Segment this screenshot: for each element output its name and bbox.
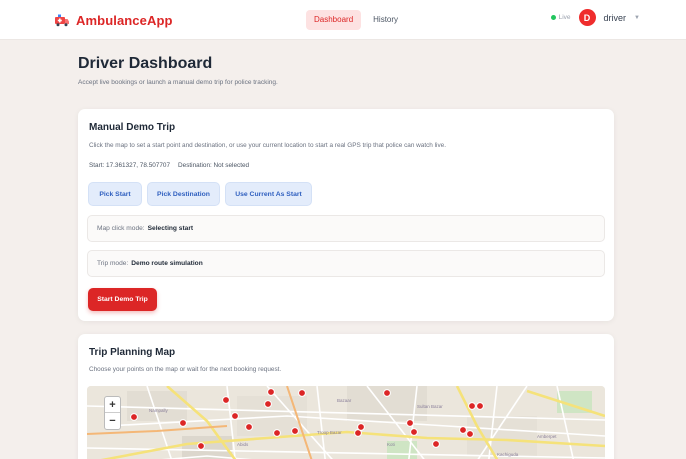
top-navbar: AmbulanceApp Dashboard History Live D dr… (0, 0, 686, 40)
map-tiles[interactable]: Nampally Bazaar Sultan Bazar Amberpet Ab… (87, 386, 605, 459)
brand-name: AmbulanceApp (76, 12, 173, 28)
map-click-mode-label: Map click mode: (97, 225, 145, 232)
start-demo-trip-button[interactable]: Start Demo Trip (88, 288, 157, 311)
brand[interactable]: AmbulanceApp (54, 11, 173, 29)
live-label: Live (558, 14, 571, 21)
pick-start-button[interactable]: Pick Start (88, 182, 142, 206)
trip-mode-label: Trip mode: (97, 260, 129, 267)
live-indicator: Live (550, 14, 571, 21)
svg-text:Troop Bazar: Troop Bazar (317, 430, 342, 435)
map-click-mode-box: Map click mode: Selecting start (87, 215, 605, 242)
page-title: Driver Dashboard (78, 55, 213, 72)
trip-map[interactable]: Nampally Bazaar Sultan Bazar Amberpet Ab… (87, 386, 605, 459)
user-area: Live D driver ▼ (550, 9, 640, 26)
username[interactable]: driver (604, 13, 627, 23)
manual-trip-card: Manual Demo Trip Click the map to set a … (78, 109, 614, 321)
svg-text:Kachiguda: Kachiguda (497, 452, 519, 457)
manual-trip-description: Click the map to set a start point and d… (89, 142, 446, 149)
ambulance-icon (55, 14, 69, 27)
svg-text:Nampally: Nampally (149, 408, 169, 413)
tab-dashboard[interactable]: Dashboard (306, 10, 362, 30)
live-dot-icon (550, 15, 556, 20)
tab-history[interactable]: History (365, 10, 406, 30)
trip-mode-box: Trip mode: Demo route simulation (87, 250, 605, 277)
svg-text:Abids: Abids (237, 442, 249, 447)
svg-text:Amberpet: Amberpet (537, 434, 557, 439)
trip-coordinates: Start: 17.361327, 78.507707 Destination: … (89, 162, 249, 169)
destination-status: Destination: Not selected (178, 162, 250, 169)
trip-mode-value: Demo route simulation (131, 260, 203, 267)
pick-buttons: Pick Start Pick Destination Use Current … (88, 182, 312, 206)
manual-trip-title: Manual Demo Trip (89, 122, 176, 133)
chevron-down-icon[interactable]: ▼ (634, 15, 640, 21)
zoom-in-button[interactable]: + (105, 397, 120, 413)
map-zoom-controls: + − (104, 396, 121, 430)
trip-planning-card: Trip Planning Map Choose your points on … (78, 334, 614, 459)
pick-destination-button[interactable]: Pick Destination (147, 182, 220, 206)
trip-planning-description: Choose your points on the map or wait fo… (89, 366, 282, 373)
use-current-location-button[interactable]: Use Current As Start (225, 182, 312, 206)
avatar[interactable]: D (578, 9, 596, 26)
trip-planning-title: Trip Planning Map (89, 347, 176, 358)
start-coordinates: Start: 17.361327, 78.507707 (89, 162, 171, 169)
svg-text:Sultan Bazar: Sultan Bazar (417, 404, 443, 409)
map-click-mode-value: Selecting start (147, 225, 194, 232)
svg-text:Koti: Koti (387, 442, 395, 447)
nav-tabs: Dashboard History (306, 10, 406, 30)
zoom-out-button[interactable]: − (105, 413, 120, 429)
svg-text:Bazaar: Bazaar (337, 398, 352, 403)
page-subtitle: Accept live bookings or launch a manual … (78, 79, 278, 86)
